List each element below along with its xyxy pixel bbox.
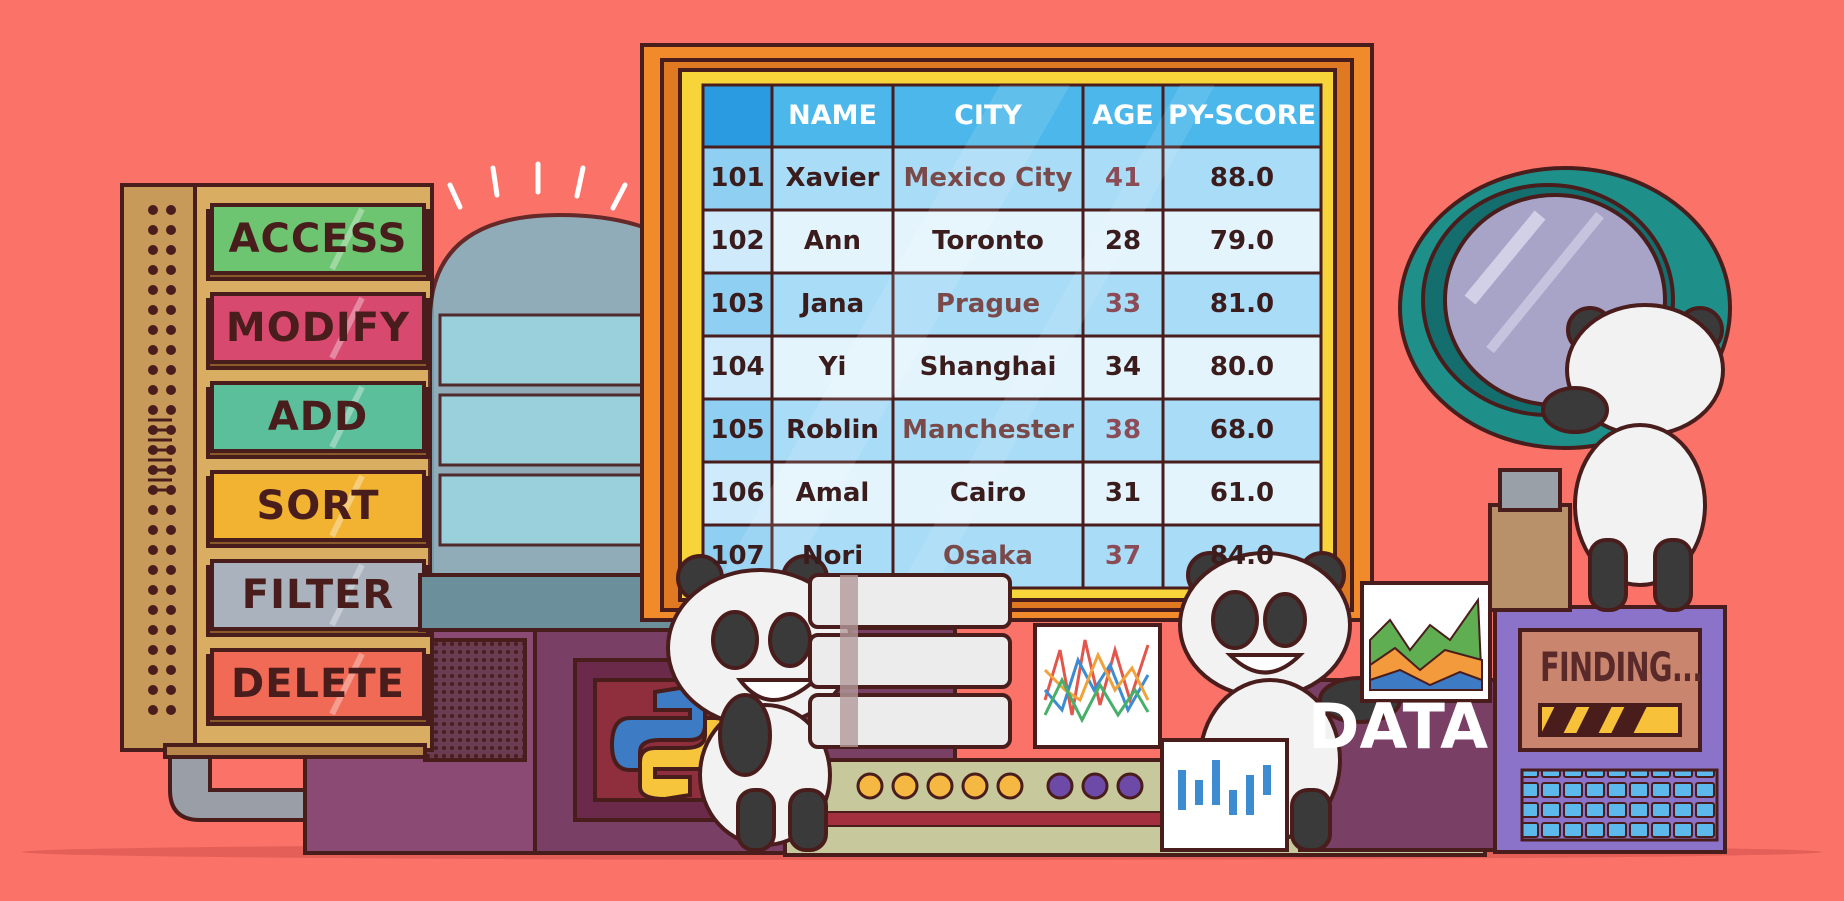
keypad (1520, 768, 1719, 842)
table-header-label: NAME (788, 100, 877, 131)
area-chart-icon (1360, 581, 1492, 703)
table-cell-age: 37 (1104, 541, 1142, 571)
table-header-label (703, 93, 772, 139)
table-cell-city: Manchester (902, 415, 1074, 445)
delete-button-label[interactable]: DELETE (212, 653, 424, 715)
bar-chart-icon (1160, 738, 1289, 852)
table-header-label: PY-SCORE (1167, 100, 1317, 131)
line-chart-icon (1033, 623, 1162, 749)
table-cell-id: 102 (710, 226, 765, 256)
table-cell-score: 84.0 (1209, 541, 1275, 571)
table-cell-id: 101 (710, 163, 765, 193)
table-cell-age: 28 (1104, 226, 1142, 256)
hazard-stripes (1541, 707, 1647, 733)
table-cell-name: Amal (795, 478, 870, 508)
table-cell-id: 106 (710, 478, 765, 508)
table-cell-city: Prague (935, 289, 1041, 319)
table-cell-city: Toronto (932, 226, 1044, 256)
table-header-label: AGE (1092, 100, 1154, 131)
table-cell-age: 41 (1104, 163, 1142, 193)
table-cell-score: 68.0 (1209, 415, 1275, 445)
table-cell-id: 104 (710, 352, 765, 382)
table-cell-city: Cairo (949, 478, 1027, 508)
table-cell-name: Xavier (785, 163, 880, 193)
table-cell-name: Ann (803, 226, 862, 256)
modify-button-label[interactable]: MODIFY (212, 297, 424, 359)
filter-button-label[interactable]: FILTER (212, 564, 424, 626)
table-header-label: CITY (954, 100, 1022, 131)
table-cell-name: Jana (800, 289, 865, 319)
data-label: DATA (1308, 690, 1489, 763)
table-cell-age: 33 (1104, 289, 1142, 319)
illustration-scene: ACCESS MODIFY ADD SORT FILTER DELETE NAME CITY… (0, 0, 1844, 901)
sort-button-label[interactable]: SORT (212, 475, 424, 537)
table-cell-id: 103 (710, 289, 765, 319)
table-cell-name: Yi (818, 352, 847, 382)
table-cell-id: 105 (710, 415, 765, 445)
database-stack-icon (808, 573, 1012, 749)
access-button-label[interactable]: ACCESS (212, 208, 424, 270)
table-cell-name: Nori (801, 541, 864, 571)
table-cell-city: Mexico City (903, 163, 1073, 193)
table-cell-score: 79.0 (1209, 226, 1275, 256)
table-cell-score: 81.0 (1209, 289, 1275, 319)
table-cell-score: 61.0 (1209, 478, 1275, 508)
table-cell-age: 31 (1104, 478, 1142, 508)
table-cell-city: Osaka (943, 541, 1033, 571)
table-cell-score: 88.0 (1209, 163, 1275, 193)
table-cell-age: 34 (1104, 352, 1142, 382)
table-cell-name: Roblin (786, 415, 879, 445)
table-cell-city: Shanghai (919, 352, 1057, 382)
board-strip (779, 811, 1201, 827)
table-cell-id: 107 (710, 541, 765, 571)
table-cell-age: 38 (1104, 415, 1142, 445)
board-lights (856, 772, 1144, 800)
add-button-label[interactable]: ADD (212, 386, 424, 448)
table-cell-score: 80.0 (1209, 352, 1275, 382)
finding-label: FINDING... (1540, 645, 1703, 691)
